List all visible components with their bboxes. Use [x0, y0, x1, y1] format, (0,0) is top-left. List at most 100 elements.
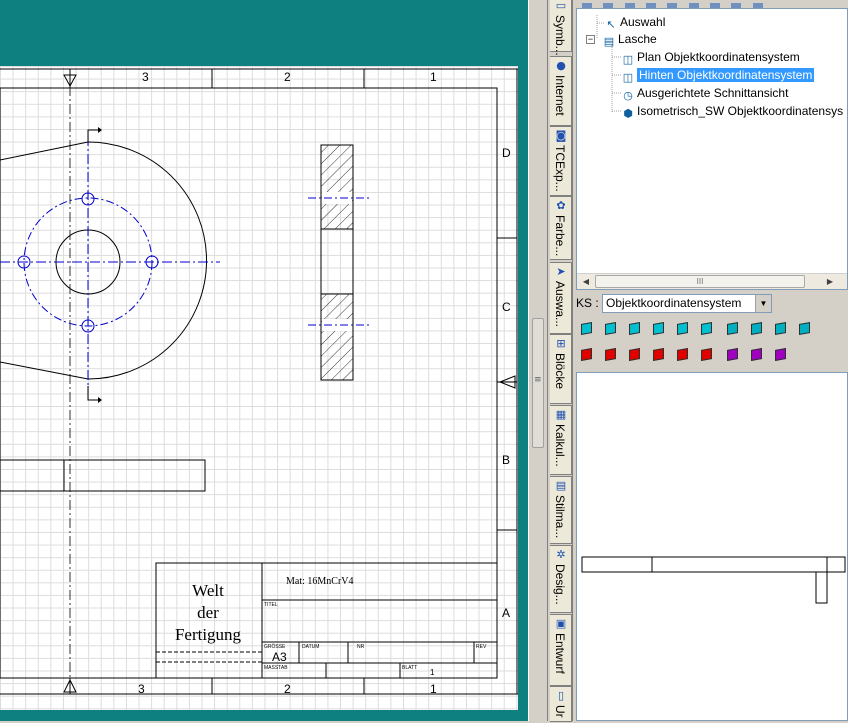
tab-label: Auswa... [553, 281, 567, 328]
tab-stilmanager[interactable]: ▤ Stilma... [550, 476, 572, 544]
tab-label: Farbe... [553, 215, 567, 257]
globe-icon: ● [556, 59, 566, 72]
tab-label: Desig... [553, 564, 567, 605]
tree-item-label: Auswahl [620, 15, 666, 29]
ks-select-value: Objektkoordinatensystem [606, 296, 742, 310]
tree-collapse-toggle[interactable]: − [586, 35, 595, 44]
symbol-icon: ▭ [555, 0, 567, 12]
tab-internet[interactable]: ● Internet [550, 56, 572, 126]
document-icon: ▯ [557, 689, 565, 702]
view-orientation-icon[interactable] [674, 346, 692, 364]
tree-item-auswahl[interactable]: ↖ Auswahl [604, 14, 665, 31]
zone-letter-d: D [502, 146, 511, 160]
splitter-grip[interactable]: ≡ [532, 318, 544, 448]
cursor-icon: ➤ [556, 265, 566, 278]
view-orientation-icon[interactable] [772, 346, 790, 364]
zone-number-top-3: 3 [142, 70, 149, 84]
tab-symbole[interactable]: ▭ Symb... [550, 0, 572, 56]
chevron-down-icon[interactable]: ▼ [755, 295, 771, 312]
tab-label: Ur [553, 705, 567, 718]
scroll-right-arrow-icon[interactable]: ▶ [823, 275, 837, 288]
view-orientation-icon[interactable] [578, 320, 596, 338]
preview-part-tab [815, 571, 828, 604]
tree-item-label: Plan Objektkoordinatensystem [637, 50, 800, 64]
tree-horizontal-scrollbar[interactable]: ◀ III ▶ [577, 273, 847, 289]
view-orientation-icon[interactable] [698, 346, 716, 364]
view-orientation-icon[interactable] [796, 320, 814, 338]
drawing-svg: 3 2 1 3 2 1 D C B A Welt der Fertigung M… [0, 68, 518, 696]
title-massstab-label: MASSTAB [264, 665, 288, 671]
vertical-tab-strip: ▭ Symb... ● Internet ◙ TCExp... ✿ Farbe.… [549, 0, 573, 722]
zone-number-top-1: 1 [430, 70, 437, 84]
title-blatt-label: BLATT [402, 665, 417, 671]
view-icon: ◫ [622, 53, 634, 66]
tree-item-isometrisch[interactable]: ⬢ Isometrisch_SW Objektkoordinatensys [621, 103, 843, 120]
tab-tcexplorer[interactable]: ◙ TCExp... [550, 126, 572, 196]
view-orientation-icon[interactable] [698, 320, 716, 338]
zone-letter-c: C [502, 300, 511, 314]
view-preview[interactable] [576, 372, 848, 721]
preview-svg [581, 556, 846, 604]
view-orientation-icon[interactable] [724, 320, 742, 338]
part-front-view [0, 127, 220, 403]
ks-select[interactable]: Objektkoordinatensystem ▼ [602, 294, 772, 313]
title-company-line1: Welt [192, 581, 224, 600]
view-orientation-icon[interactable] [748, 346, 766, 364]
tab-ur[interactable]: ▯ Ur [550, 686, 572, 722]
title-titel-label: TITEL [264, 602, 278, 608]
view-orientation-icon[interactable] [602, 320, 620, 338]
view-orientation-icon[interactable] [724, 346, 742, 364]
block-icon: ⊞ [556, 337, 566, 350]
view-orientation-icon[interactable] [626, 346, 644, 364]
zone-letter-b: B [502, 453, 510, 467]
view-orientation-icon[interactable] [650, 346, 668, 364]
title-nr-label: NR [357, 644, 365, 650]
zone-number-bottom-2: 2 [284, 682, 291, 696]
view-orientation-icon[interactable] [674, 320, 692, 338]
draft-icon: ▣ [555, 617, 567, 630]
explorer-icon: ◙ [555, 129, 567, 142]
tab-auswahl[interactable]: ➤ Auswa... [550, 262, 572, 334]
tree-item-label: Ausgerichtete Schnittansicht [637, 86, 789, 100]
scroll-thumb[interactable]: III [595, 275, 805, 288]
view-orientation-icon[interactable] [626, 320, 644, 338]
zone-number-top-2: 2 [284, 70, 291, 84]
palette-icon: ✿ [556, 199, 566, 212]
title-company-line3: Fertigung [175, 625, 242, 644]
panel-toolbar-strip [574, 0, 848, 8]
view-orientation-icon[interactable] [748, 320, 766, 338]
drawing-canvas[interactable]: 3 2 1 3 2 1 D C B A Welt der Fertigung M… [0, 0, 528, 721]
ks-label: KS : [576, 296, 599, 310]
view-manager-panel: − ↖ Auswahl ▤ Lasche ◫ Plan Objektkoordinat… [574, 0, 848, 721]
tab-kalkulator[interactable]: ▦ Kalkul... [550, 405, 572, 475]
tab-label: Stilma... [553, 495, 567, 539]
tree-item-label: Lasche [618, 32, 657, 46]
document-tree-icon: ▤ [603, 35, 615, 48]
ks-row: KS : Objektkoordinatensystem ▼ [576, 294, 848, 314]
tab-label: Internet [553, 75, 567, 116]
tree-item-label-selected: Hinten Objektkoordinatensystem [637, 68, 815, 82]
drawing-sheet[interactable]: 3 2 1 3 2 1 D C B A Welt der Fertigung M… [0, 66, 518, 710]
title-groesse-value: A3 [272, 650, 287, 664]
pane-splitter[interactable]: ≡ [528, 0, 548, 721]
tab-bloecke[interactable]: ⊞ Blöcke [550, 334, 572, 404]
title-company-line2: der [197, 603, 219, 622]
view-orientation-icon[interactable] [772, 320, 790, 338]
tree-item-plan[interactable]: ◫ Plan Objektkoordinatensystem [621, 49, 800, 66]
scroll-left-arrow-icon[interactable]: ◀ [579, 275, 593, 288]
iso-view-icon: ⬢ [623, 107, 633, 120]
tab-label: Entwurf [553, 633, 567, 674]
tab-farbe[interactable]: ✿ Farbe... [550, 196, 572, 260]
tab-design[interactable]: ✲ Desig... [550, 545, 572, 613]
tab-entwurf[interactable]: ▣ Entwurf [550, 614, 572, 686]
tree-item-schnittansicht[interactable]: ◷ Ausgerichtete Schnittansicht [621, 85, 788, 102]
view-orientation-icon[interactable] [650, 320, 668, 338]
title-blatt-value: 1 [430, 668, 435, 677]
tree-item-hinten[interactable]: ◫ Hinten Objektkoordinatensystem [621, 67, 815, 84]
tab-label: Kalkul... [553, 424, 567, 467]
title-material: Mat: 16MnCrV4 [286, 576, 354, 587]
tree-item-lasche[interactable]: ▤ Lasche [602, 31, 657, 48]
view-orientation-icon[interactable] [602, 346, 620, 364]
view-orientation-icon[interactable] [578, 346, 596, 364]
view-tree[interactable]: − ↖ Auswahl ▤ Lasche ◫ Plan Objektkoordinat… [576, 8, 848, 290]
